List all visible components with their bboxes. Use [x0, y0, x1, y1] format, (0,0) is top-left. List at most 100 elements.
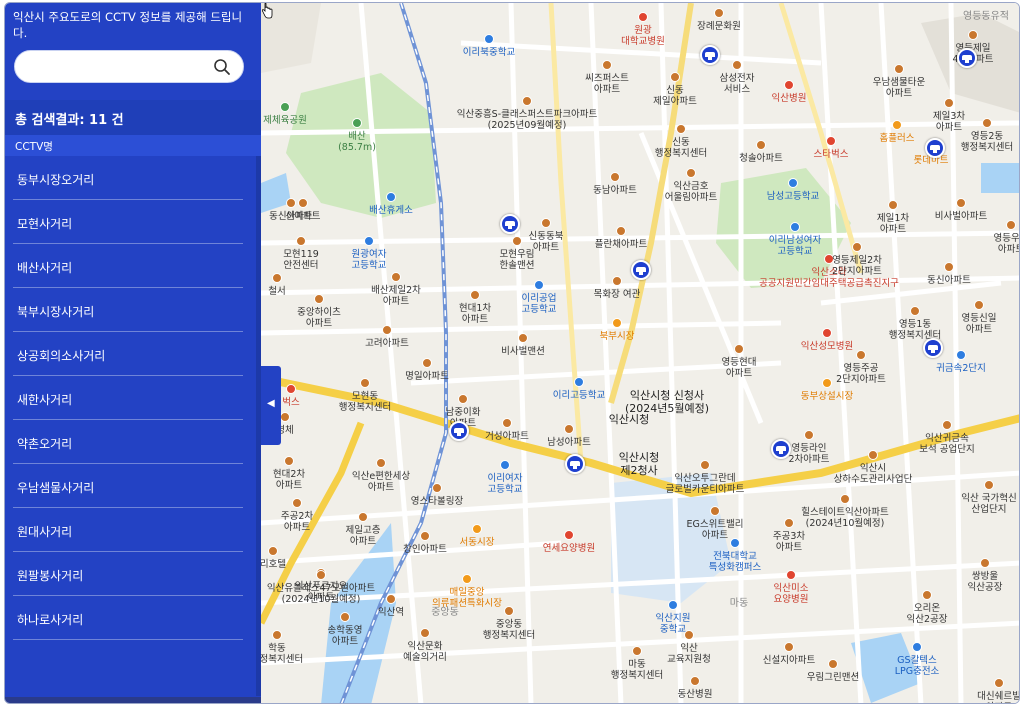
map-poi-label[interactable]: 이리북중학교	[463, 47, 515, 58]
poi-icon[interactable]	[956, 350, 966, 360]
poi-icon[interactable]	[784, 642, 794, 652]
poi-icon[interactable]	[980, 558, 990, 568]
map-poi-label[interactable]: 영등주공 2단지아파트	[836, 363, 886, 385]
poi-icon[interactable]	[968, 30, 978, 40]
map-poi-label[interactable]: 동부상설시장	[801, 391, 853, 402]
poi-icon[interactable]	[670, 72, 680, 82]
poi-icon[interactable]	[386, 192, 396, 202]
map-poi-label[interactable]: 제일3차 아파트	[933, 111, 965, 133]
map-poi-label[interactable]: 오리온 익산2공장	[906, 603, 947, 625]
poi-icon[interactable]	[272, 630, 282, 640]
poi-icon[interactable]	[852, 242, 862, 252]
map-poi-label[interactable]: 영등제일2차 2단지아파트	[832, 255, 882, 277]
map-poi-label[interactable]: 주공3차 아파트	[773, 531, 805, 553]
poi-icon[interactable]	[690, 676, 700, 686]
map-poi-label[interactable]: 익산성모병원	[801, 341, 853, 352]
poi-icon[interactable]	[352, 118, 362, 128]
map-poi-label[interactable]: 남성아파트	[547, 437, 591, 448]
map-poi-label[interactable]: 익산 교육지원청	[667, 643, 711, 665]
poi-icon[interactable]	[316, 570, 326, 580]
poi-icon[interactable]	[790, 222, 800, 232]
poi-icon[interactable]	[894, 64, 904, 74]
poi-icon[interactable]	[382, 325, 392, 335]
cctv-marker-7[interactable]	[771, 439, 791, 459]
cctv-marker-9[interactable]	[957, 48, 977, 68]
poi-icon[interactable]	[686, 168, 696, 178]
poi-icon[interactable]	[714, 8, 724, 18]
map-poi-label[interactable]: 홈플러스	[880, 133, 915, 144]
poi-icon[interactable]	[1006, 220, 1016, 230]
poi-icon[interactable]	[912, 642, 922, 652]
cctv-list-item[interactable]: 새한사거리	[13, 376, 243, 420]
poi-icon[interactable]	[286, 384, 296, 394]
poi-icon[interactable]	[784, 518, 794, 528]
poi-icon[interactable]	[292, 498, 302, 508]
poi-icon[interactable]	[984, 480, 994, 490]
map-poi-label[interactable]: 영등우남아파트	[994, 233, 1019, 255]
map-poi-label[interactable]: 익산유블레스47모현아파트 (2024년10월예정)	[267, 583, 375, 605]
map-poi-label[interactable]: 마동 행정복지센터	[611, 659, 663, 681]
cctv-marker-4[interactable]	[925, 138, 945, 158]
map-poi-label[interactable]: 씨즈퍼스트 아파트	[585, 73, 629, 95]
poi-icon[interactable]	[668, 600, 678, 610]
map-poi-label[interactable]: 연세요양병원	[543, 543, 595, 554]
poi-icon[interactable]	[730, 538, 740, 548]
poi-icon[interactable]	[502, 418, 512, 428]
map-poi-label[interactable]: 영등2동 행정복지센터	[961, 131, 1013, 153]
search-input[interactable]	[27, 57, 207, 77]
map-poi-label[interactable]: 모현동 행정복지센터	[339, 391, 391, 413]
map-poi-label[interactable]: 영스타볼링장	[411, 496, 463, 507]
map-poi-label[interactable]: 익산귀금속 보석 공업단지	[919, 433, 974, 455]
map-poi-label[interactable]: 동신아파트	[927, 275, 971, 286]
poi-icon[interactable]	[422, 358, 432, 368]
map-poi-label[interactable]: 익산병원	[772, 93, 807, 104]
map-poi-label[interactable]: 전북대학교 특성화캠퍼스	[709, 551, 761, 573]
poi-icon[interactable]	[286, 198, 296, 208]
poi-icon[interactable]	[676, 124, 686, 134]
map-poi-label[interactable]: 리호텔	[261, 559, 286, 570]
poi-icon[interactable]	[638, 12, 648, 22]
map-poi-label[interactable]: 익산시청 제2청사	[619, 451, 659, 477]
map-poi-label[interactable]: 영등현대 아파트	[722, 357, 757, 379]
poi-icon[interactable]	[420, 628, 430, 638]
map-poi-label[interactable]: 학동행정복지센터	[261, 643, 303, 665]
map-poi-label[interactable]: 원광 대학교병원	[621, 25, 665, 47]
poi-icon[interactable]	[284, 456, 294, 466]
map-poi-label[interactable]: 매일중앙 의류패션특화시장	[432, 587, 502, 609]
poi-icon[interactable]	[280, 412, 290, 422]
map-poi-label[interactable]: 익산시 상하수도관리사업단	[834, 463, 913, 485]
map-poi-label[interactable]: 익산시청 신청사 (2024년5월예정)	[625, 389, 709, 415]
poi-icon[interactable]	[734, 344, 744, 354]
poi-icon[interactable]	[822, 328, 832, 338]
poi-icon[interactable]	[612, 276, 622, 286]
poi-icon[interactable]	[892, 120, 902, 130]
map-poi-label[interactable]: 남성고등학교	[767, 191, 819, 202]
poi-icon[interactable]	[432, 483, 442, 493]
map-poi-label[interactable]: 청솔아파트	[739, 153, 783, 164]
poi-icon[interactable]	[564, 424, 574, 434]
cctv-list-item[interactable]: 북부시장사거리	[13, 288, 243, 332]
map-poi-label[interactable]: 중앙동	[431, 607, 459, 618]
poi-icon[interactable]	[922, 590, 932, 600]
map-poi-label[interactable]: 삼성전자 서비스	[720, 73, 755, 95]
map-poi-label[interactable]: 우림그린맨션	[807, 672, 859, 683]
poi-icon[interactable]	[868, 450, 878, 460]
map-poi-label[interactable]: 익산오투그란데 글로벌카운티아파트	[666, 473, 745, 495]
cctv-list-item[interactable]: 배산사거리	[13, 244, 243, 288]
poi-icon[interactable]	[272, 273, 282, 283]
map-poi-label[interactable]: 중앙동 행정복지센터	[483, 619, 535, 641]
poi-icon[interactable]	[822, 378, 832, 388]
map-poi-label[interactable]: 중앙하이츠 아파트	[297, 307, 341, 329]
sidebar-collapse-button[interactable]: ◀	[261, 366, 281, 445]
map-poi-label[interactable]: 명일아파트	[405, 371, 449, 382]
poi-icon[interactable]	[856, 350, 866, 360]
cctv-marker-5[interactable]	[449, 421, 469, 441]
poi-icon[interactable]	[684, 630, 694, 640]
cctv-list-item[interactable]: 상공회의소사거리	[13, 332, 243, 376]
cctv-list-item[interactable]: 원대사거리	[13, 508, 243, 552]
map-poi-label[interactable]: 배산제일2차 아파트	[371, 285, 421, 307]
poi-icon[interactable]	[788, 178, 798, 188]
map-poi-label[interactable]: 송학동영 아파트	[328, 625, 363, 647]
poi-icon[interactable]	[974, 300, 984, 310]
map-poi-label[interactable]: 거성아파트	[485, 431, 529, 442]
